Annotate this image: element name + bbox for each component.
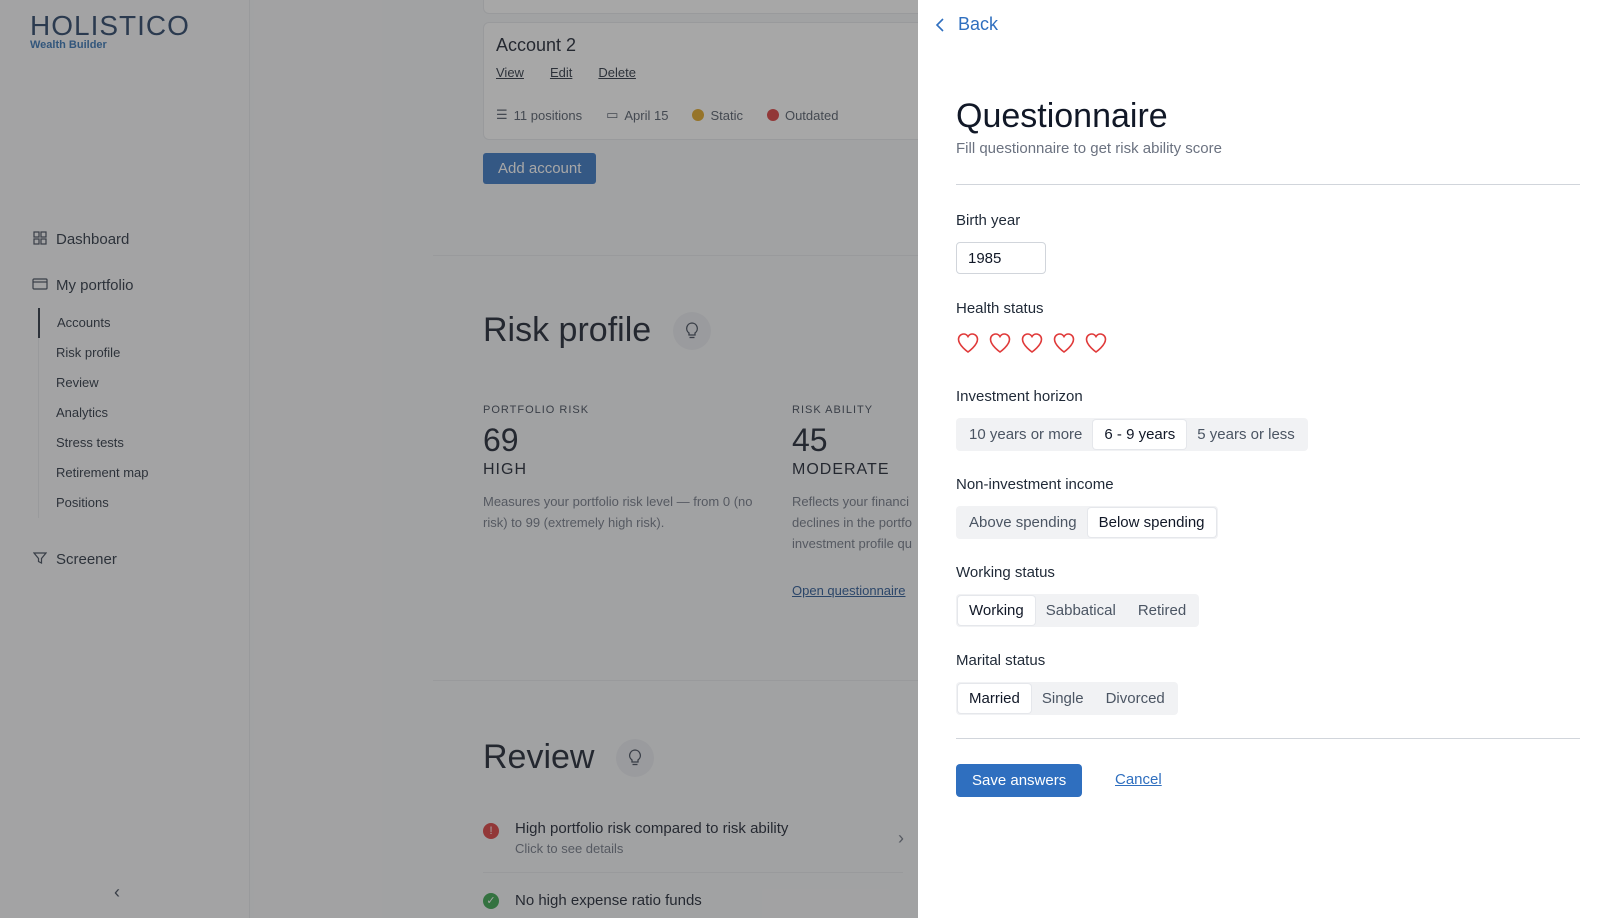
modal-backdrop[interactable] — [0, 0, 918, 918]
investment-horizon-selector: 10 years or more 6 - 9 years 5 years or le… — [956, 418, 1308, 451]
segment-option[interactable]: 6 - 9 years — [1093, 420, 1187, 449]
segment-option[interactable]: 10 years or more — [958, 420, 1093, 449]
health-status-label: Health status — [956, 300, 1044, 317]
heart-icon[interactable] — [1084, 331, 1108, 355]
working-status-selector: Working Sabbatical Retired — [956, 594, 1200, 627]
back-button[interactable]: Back — [934, 14, 998, 35]
birth-year-label: Birth year — [956, 212, 1021, 229]
investment-horizon-label: Investment horizon — [956, 388, 1083, 405]
chevron-left-icon — [935, 17, 944, 32]
working-status-label: Working status — [956, 564, 1055, 581]
segment-option[interactable]: Sabbatical — [1035, 596, 1127, 625]
birth-year-input[interactable] — [956, 242, 1046, 274]
divider — [956, 738, 1580, 739]
back-label: Back — [958, 14, 999, 34]
page-subtitle: Fill questionnaire to get risk ability s… — [956, 140, 1222, 157]
heart-icon[interactable] — [956, 331, 980, 355]
questionnaire-panel: Back Questionnaire Fill questionnaire to… — [918, 0, 1615, 918]
divider — [956, 184, 1580, 185]
segment-option[interactable]: Retired — [1127, 596, 1197, 625]
segment-option[interactable]: Divorced — [1095, 684, 1176, 713]
heart-icon[interactable] — [1052, 331, 1076, 355]
heart-icon[interactable] — [988, 331, 1012, 355]
non-investment-income-selector: Above spending Below spending — [956, 506, 1218, 539]
marital-status-label: Marital status — [956, 652, 1046, 669]
segment-option[interactable]: Married — [958, 684, 1031, 713]
segment-option[interactable]: Below spending — [1087, 508, 1216, 537]
segment-option[interactable]: Single — [1031, 684, 1095, 713]
non-investment-income-label: Non-investment income — [956, 476, 1114, 493]
save-answers-button[interactable]: Save answers — [956, 764, 1083, 797]
segment-option[interactable]: 5 years or less — [1186, 420, 1306, 449]
segment-option[interactable]: Above spending — [958, 508, 1088, 537]
health-rating — [956, 331, 1108, 355]
cancel-link[interactable]: Cancel — [1115, 771, 1162, 788]
segment-option[interactable]: Working — [958, 596, 1035, 625]
heart-icon[interactable] — [1020, 331, 1044, 355]
marital-status-selector: Married Single Divorced — [956, 682, 1178, 715]
page-title: Questionnaire — [956, 97, 1168, 135]
